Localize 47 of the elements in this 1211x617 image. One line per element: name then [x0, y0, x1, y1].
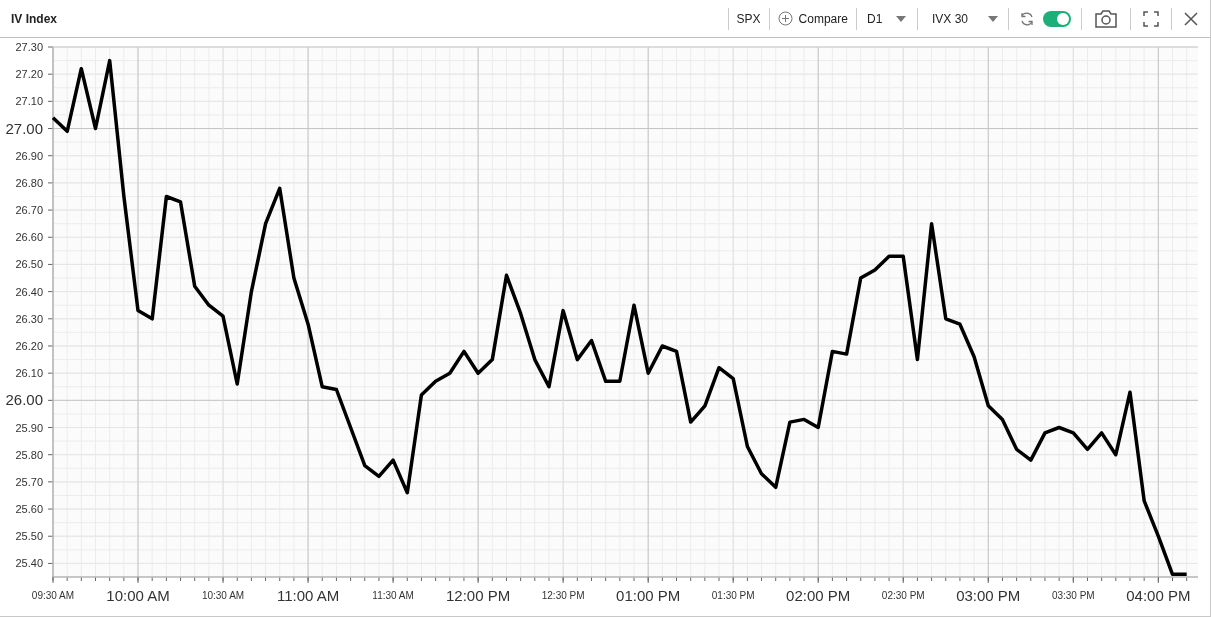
y-axis-label: 25.50	[15, 530, 43, 543]
y-axis-label: 26.40	[15, 285, 43, 298]
x-axis-label: 03:30 PM	[1051, 589, 1095, 601]
panel-title: IV Index	[11, 10, 57, 28]
y-axis-label: 25.80	[15, 448, 43, 461]
caret-icon	[988, 15, 998, 22]
y-axis-label: 25.90	[15, 421, 43, 434]
x-axis-label: 01:30 PM	[711, 589, 755, 601]
x-axis-label: 11:30 AM	[372, 589, 414, 601]
compare-button[interactable]: Compare	[769, 6, 856, 31]
y-axis-label: 26.50	[15, 258, 43, 271]
y-axis-label: 27.10	[15, 95, 43, 108]
y-axis-label: 25.60	[15, 503, 43, 516]
y-axis-label: 26.70	[15, 204, 43, 217]
metric-dropdown[interactable]: IVX 30	[917, 6, 1008, 31]
y-axis-label: 26.60	[15, 231, 43, 244]
y-axis-label: 26.30	[15, 312, 43, 325]
caret-icon	[896, 15, 907, 22]
x-axis-label: 12:00 PM	[446, 586, 511, 604]
x-axis-label: 03:00 PM	[956, 586, 1021, 604]
close-icon[interactable]	[1184, 11, 1198, 26]
camera-icon[interactable]	[1094, 8, 1118, 29]
symbol-button[interactable]: SPX	[728, 6, 769, 31]
y-axis-label: 26.00	[5, 391, 43, 409]
x-axis-label: 12:30 PM	[541, 589, 585, 601]
y-axis-label: 27.20	[15, 68, 43, 81]
fullscreen-icon[interactable]	[1143, 10, 1159, 27]
refresh-icon[interactable]	[1019, 10, 1035, 27]
y-axis-label: 27.30	[15, 41, 43, 53]
y-axis-label: 26.20	[15, 339, 43, 352]
y-axis-label: 25.40	[15, 557, 43, 570]
y-axis-label: 26.90	[15, 149, 43, 162]
x-axis-label: 09:30 AM	[31, 589, 75, 601]
x-axis-label: 01:00 PM	[616, 586, 681, 604]
x-axis-label: 02:00 PM	[786, 586, 851, 604]
x-axis-label: 04:00 PM	[1126, 586, 1191, 604]
x-axis-label: 10:30 AM	[201, 589, 245, 601]
x-axis-label: 11:00 AM	[276, 586, 340, 604]
x-axis-label: 02:30 PM	[881, 589, 925, 601]
plus-circle-icon	[777, 11, 793, 26]
y-axis-label: 26.80	[15, 176, 43, 189]
y-axis-label: 26.10	[15, 367, 43, 380]
period-dropdown[interactable]: D1	[856, 6, 915, 31]
y-axis-label: 27.00	[5, 119, 43, 137]
y-axis-label: 25.70	[15, 475, 43, 488]
auto-refresh-toggle[interactable]	[1043, 10, 1071, 27]
x-axis-label: 10:00 AM	[106, 586, 170, 604]
